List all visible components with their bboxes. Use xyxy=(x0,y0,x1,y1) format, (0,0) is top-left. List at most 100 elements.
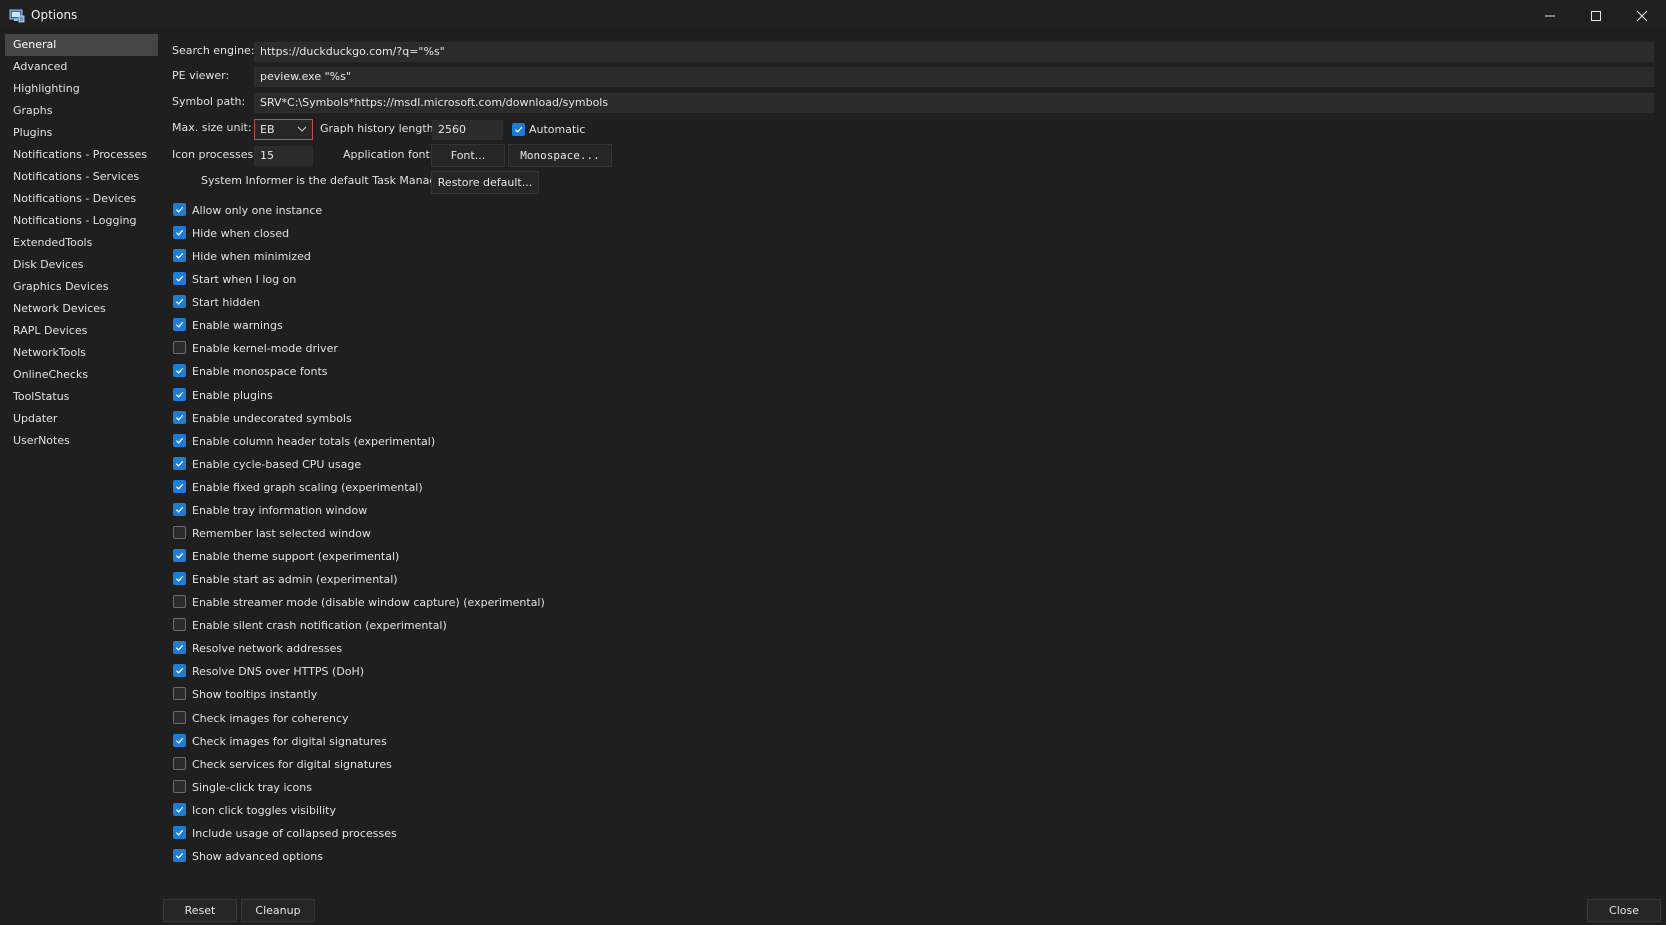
enable-theme-support-experimental-checkbox[interactable] xyxy=(173,549,186,562)
sidebar-item-notifications-devices[interactable]: Notifications - Devices xyxy=(5,188,158,210)
chevron-down-icon xyxy=(297,126,307,132)
icon-click-toggles-visibility-label: Icon click toggles visibility xyxy=(192,804,336,817)
sidebar-item-advanced[interactable]: Advanced xyxy=(5,56,158,78)
start-hidden-label: Start hidden xyxy=(192,296,261,309)
task-manager-label: System Informer is the default Task Mana… xyxy=(201,174,452,187)
close-icon xyxy=(1636,10,1648,21)
resolve-dns-over-https-doh-label: Resolve DNS over HTTPS (DoH) xyxy=(192,665,365,678)
enable-plugins-checkbox[interactable] xyxy=(173,388,186,401)
allow-only-one-instance-checkbox[interactable] xyxy=(173,203,186,216)
icon-click-toggles-visibility-checkbox[interactable] xyxy=(173,803,186,816)
search-engine-label: Search engine: xyxy=(172,44,255,57)
resolve-dns-over-https-doh-checkbox[interactable] xyxy=(173,664,186,677)
hide-when-closed-checkbox[interactable] xyxy=(173,226,186,239)
hide-when-minimized-checkbox[interactable] xyxy=(173,249,186,262)
graph-history-input[interactable]: 2560 xyxy=(432,120,503,140)
sidebar-item-toolstatus[interactable]: ToolStatus xyxy=(5,386,158,408)
enable-column-header-totals-experimental-label: Enable column header totals (experimenta… xyxy=(192,435,436,448)
enable-monospace-fonts-label: Enable monospace fonts xyxy=(192,365,328,378)
enable-fixed-graph-scaling-experimental-checkbox[interactable] xyxy=(173,480,186,493)
sidebar-item-usernotes[interactable]: UserNotes xyxy=(5,430,158,452)
enable-cycle-based-cpu-usage-checkbox[interactable] xyxy=(173,457,186,470)
restore-default-button[interactable]: Restore default... xyxy=(431,171,539,194)
sidebar-item-graphics-devices[interactable]: Graphics Devices xyxy=(5,276,158,298)
search-engine-input[interactable]: https://duckduckgo.com/?q="%s" xyxy=(254,42,1654,62)
enable-warnings-checkbox[interactable] xyxy=(173,318,186,331)
enable-streamer-mode-disable-window-capture-experimental-checkbox[interactable] xyxy=(173,595,186,608)
sidebar-item-updater[interactable]: Updater xyxy=(5,408,158,430)
icon-processes-label: Icon processes: xyxy=(172,148,257,161)
single-click-tray-icons-checkbox[interactable] xyxy=(173,780,186,793)
pe-viewer-input[interactable]: peview.exe "%s" xyxy=(254,67,1654,87)
checkmark-icon xyxy=(175,275,184,282)
enable-kernel-mode-driver-checkbox[interactable] xyxy=(173,341,186,354)
remember-last-selected-window-checkbox[interactable] xyxy=(173,526,186,539)
cleanup-button[interactable]: Cleanup xyxy=(241,899,315,922)
check-services-for-digital-signatures-label: Check services for digital signatures xyxy=(192,758,392,771)
enable-tray-information-window-label: Enable tray information window xyxy=(192,504,368,517)
sidebar-item-notifications-services[interactable]: Notifications - Services xyxy=(5,166,158,188)
hide-when-minimized-label: Hide when minimized xyxy=(192,250,311,263)
checkmark-icon xyxy=(175,552,184,559)
reset-button[interactable]: Reset xyxy=(163,899,237,922)
monospace-font-button[interactable]: Monospace... xyxy=(508,144,612,167)
options-sidebar: General Advanced Highlighting Graphs Plugins… xyxy=(5,34,158,924)
max-size-unit-value: EB xyxy=(260,123,275,136)
sidebar-item-graphs[interactable]: Graphs xyxy=(5,100,158,122)
sidebar-item-highlighting[interactable]: Highlighting xyxy=(5,78,158,100)
close-button[interactable]: Close xyxy=(1587,899,1661,922)
show-advanced-options-label: Show advanced options xyxy=(192,850,323,863)
automatic-label: Automatic xyxy=(529,123,586,136)
enable-column-header-totals-experimental-checkbox[interactable] xyxy=(173,434,186,447)
enable-plugins-label: Enable plugins xyxy=(192,389,273,402)
checkmark-icon xyxy=(175,483,184,490)
minimize-button[interactable] xyxy=(1527,0,1573,31)
sidebar-item-notifications-processes[interactable]: Notifications - Processes xyxy=(5,144,158,166)
enable-silent-crash-notification-experimental-checkbox[interactable] xyxy=(173,618,186,631)
start-when-i-log-on-checkbox[interactable] xyxy=(173,272,186,285)
enable-start-as-admin-experimental-checkbox[interactable] xyxy=(173,572,186,585)
check-images-for-coherency-checkbox[interactable] xyxy=(173,711,186,724)
automatic-checkbox[interactable] xyxy=(512,123,525,136)
sidebar-item-plugins[interactable]: Plugins xyxy=(5,122,158,144)
sidebar-item-rapl-devices[interactable]: RAPL Devices xyxy=(5,320,158,342)
check-images-for-coherency-label: Check images for coherency xyxy=(192,712,349,725)
enable-monospace-fonts-checkbox[interactable] xyxy=(173,364,186,377)
start-hidden-checkbox[interactable] xyxy=(173,295,186,308)
sidebar-item-networktools[interactable]: NetworkTools xyxy=(5,342,158,364)
single-click-tray-icons-label: Single-click tray icons xyxy=(192,781,312,794)
sidebar-item-general[interactable]: General xyxy=(5,34,158,56)
include-usage-of-collapsed-processes-checkbox[interactable] xyxy=(173,826,186,839)
resolve-network-addresses-checkbox[interactable] xyxy=(173,641,186,654)
sidebar-item-extendedtools[interactable]: ExtendedTools xyxy=(5,232,158,254)
check-images-for-digital-signatures-checkbox[interactable] xyxy=(173,734,186,747)
checkmark-icon xyxy=(175,737,184,744)
checkmark-icon xyxy=(175,321,184,328)
checkmark-icon xyxy=(175,252,184,259)
enable-fixed-graph-scaling-experimental-label: Enable fixed graph scaling (experimental… xyxy=(192,481,423,494)
checkmark-icon xyxy=(175,667,184,674)
checkmark-icon xyxy=(514,126,523,133)
max-size-unit-select[interactable]: EB xyxy=(254,119,313,140)
sidebar-item-notifications-logging[interactable]: Notifications - Logging xyxy=(5,210,158,232)
graph-history-label: Graph history length: xyxy=(320,122,438,135)
checkmark-icon xyxy=(175,437,184,444)
enable-tray-information-window-checkbox[interactable] xyxy=(173,503,186,516)
enable-undecorated-symbols-checkbox[interactable] xyxy=(173,411,186,424)
sidebar-item-network-devices[interactable]: Network Devices xyxy=(5,298,158,320)
font-button[interactable]: Font... xyxy=(431,144,505,167)
show-advanced-options-checkbox[interactable] xyxy=(173,849,186,862)
close-window-button[interactable] xyxy=(1619,0,1665,31)
maximize-button[interactable] xyxy=(1573,0,1619,31)
sidebar-item-onlinechecks[interactable]: OnlineChecks xyxy=(5,364,158,386)
show-tooltips-instantly-checkbox[interactable] xyxy=(173,687,186,700)
enable-cycle-based-cpu-usage-label: Enable cycle-based CPU usage xyxy=(192,458,362,471)
enable-kernel-mode-driver-label: Enable kernel-mode driver xyxy=(192,342,338,355)
check-services-for-digital-signatures-checkbox[interactable] xyxy=(173,757,186,770)
symbol-path-input[interactable]: SRV*C:\Symbols*https://msdl.microsoft.co… xyxy=(254,93,1654,113)
hide-when-closed-label: Hide when closed xyxy=(192,227,290,240)
checkmark-icon xyxy=(175,229,184,236)
icon-processes-input[interactable]: 15 xyxy=(254,146,313,166)
checkmark-icon xyxy=(175,806,184,813)
sidebar-item-disk-devices[interactable]: Disk Devices xyxy=(5,254,158,276)
